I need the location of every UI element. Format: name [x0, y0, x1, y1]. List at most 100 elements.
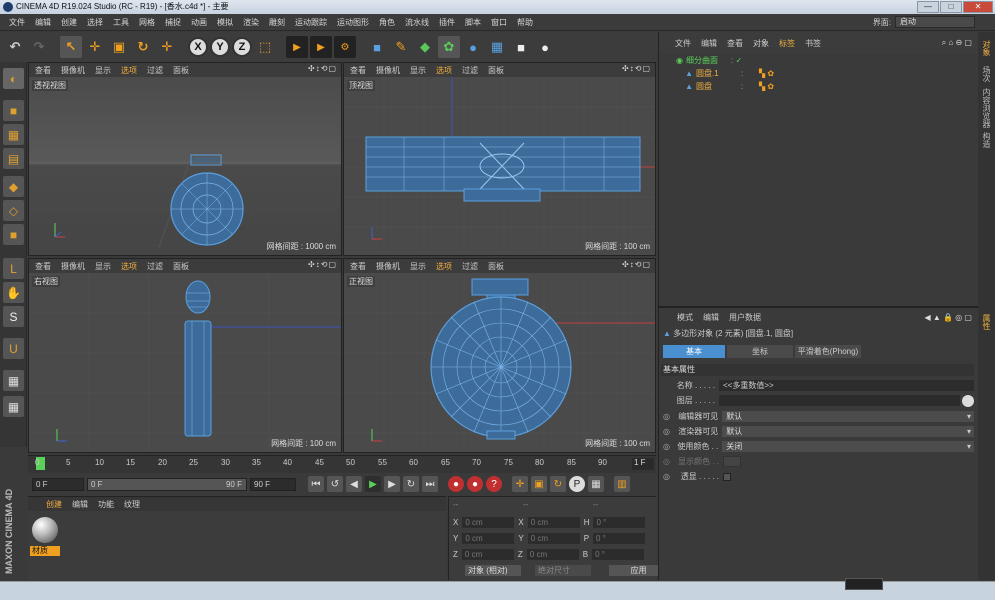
deformer-icon[interactable]: ✿ — [438, 36, 460, 58]
size-x-field[interactable]: 0 cm — [527, 517, 580, 528]
object-name[interactable]: 圆盘 — [693, 81, 741, 92]
visibility-dots-icon[interactable]: : — [741, 82, 759, 91]
material-menu-texture[interactable]: 纹理 — [124, 499, 140, 510]
go-to-start-icon[interactable]: ⏮ — [308, 476, 324, 492]
vp-menu-display[interactable]: 显示 — [95, 261, 111, 272]
visibility-check-icon[interactable]: : ✓ — [731, 56, 742, 65]
vp-menu-panel[interactable]: 面板 — [488, 65, 504, 76]
layout-select[interactable]: 启动 — [895, 16, 975, 28]
timeline-window-icon[interactable]: ▥ — [614, 476, 630, 492]
pen-icon[interactable]: ✎ — [390, 36, 412, 58]
render-picture-viewer-icon[interactable]: ▶ — [310, 36, 332, 58]
xray-checkbox[interactable] — [723, 472, 731, 481]
object-row[interactable]: ◉ 细分曲面 : ✓ — [659, 54, 978, 67]
material-name[interactable]: 材质 — [30, 546, 60, 556]
viewport-top[interactable]: 查看 摄像机 显示 选项 过滤 面板 ✣↕⟲▢ 顶视图 网格间距 : 100 c… — [343, 62, 656, 256]
add-object-icon[interactable]: ✛ — [156, 36, 178, 58]
vp-menu-camera[interactable]: 摄像机 — [376, 261, 400, 272]
vp-menu-camera[interactable]: 摄像机 — [61, 261, 85, 272]
magnet-icon[interactable]: U — [3, 338, 24, 359]
coordinate-mode-select[interactable]: 对象 (相对) — [465, 565, 521, 576]
obj-menu-view[interactable]: 查看 — [727, 38, 743, 49]
vp-menu-filter[interactable]: 过滤 — [462, 65, 478, 76]
vp-menu-options[interactable]: 选项 — [436, 65, 452, 76]
size-y-field[interactable]: 0 cm — [527, 533, 580, 544]
vp-menu-view[interactable]: 查看 — [350, 65, 366, 76]
keyframe-selection-icon[interactable]: ? — [486, 476, 502, 492]
layer-picker-icon[interactable] — [962, 394, 974, 407]
viewport-navigation-icons[interactable]: ✣↕⟲▢ — [622, 260, 651, 269]
play-icon[interactable]: ▶ — [365, 476, 381, 492]
vp-menu-display[interactable]: 显示 — [410, 65, 426, 76]
redo-icon[interactable]: ↷ — [28, 36, 50, 58]
render-visible-select[interactable]: 默认 — [722, 426, 974, 437]
menu-edit[interactable]: 编辑 — [30, 17, 56, 28]
visibility-dots-icon[interactable]: : — [741, 69, 759, 78]
vp-menu-filter[interactable]: 过滤 — [147, 261, 163, 272]
menu-snap[interactable]: 捕捉 — [160, 17, 186, 28]
use-color-select[interactable]: 关闭 — [722, 441, 974, 452]
editor-visible-select[interactable]: 默认 — [722, 411, 974, 422]
obj-menu-object[interactable]: 对象 — [753, 38, 769, 49]
viewport-front[interactable]: 查看 摄像机 显示 选项 过滤 面板 ✣↕⟲▢ 正视图 网格间距 : 100 c… — [343, 258, 656, 453]
frame-range-slider[interactable]: 0 F 90 F — [87, 477, 247, 491]
key-scale-icon[interactable]: ▣ — [531, 476, 547, 492]
tweak-icon[interactable]: ✋ — [3, 282, 24, 303]
rotation-p-field[interactable]: 0 ° — [593, 533, 646, 544]
obj-menu-bookmarks[interactable]: 书签 — [805, 38, 821, 49]
minimize-button[interactable]: — — [917, 1, 939, 13]
floor-icon[interactable]: ▦ — [486, 36, 508, 58]
animate-toggle-icon[interactable]: ◎ — [663, 412, 671, 421]
viewport-right[interactable]: 查看 摄像机 显示 选项 过滤 面板 ✣↕⟲▢ 右视图 网格间距 : 100 c… — [28, 258, 342, 453]
key-parameter-icon[interactable]: P — [569, 476, 585, 492]
previous-key-icon[interactable]: ↺ — [327, 476, 343, 492]
vp-menu-view[interactable]: 查看 — [350, 261, 366, 272]
go-to-end-icon[interactable]: ⏭ — [422, 476, 438, 492]
viewport-canvas[interactable] — [344, 77, 655, 255]
points-mode-icon[interactable]: ◆ — [3, 176, 24, 197]
menu-animate[interactable]: 动画 — [186, 17, 212, 28]
maximize-button[interactable]: □ — [940, 1, 962, 13]
material-menu-edit[interactable]: 编辑 — [72, 499, 88, 510]
menu-simulate[interactable]: 模拟 — [212, 17, 238, 28]
position-x-field[interactable]: 0 cm — [462, 517, 515, 528]
light-icon[interactable]: ● — [534, 36, 556, 58]
menu-create[interactable]: 创建 — [56, 17, 82, 28]
z-axis-lock-icon[interactable]: Z — [232, 37, 252, 57]
object-row[interactable]: ▲ 圆盘 : ▚ ✿ — [659, 80, 978, 93]
animate-toggle-icon[interactable]: ◎ — [663, 427, 671, 436]
scale-tool-icon[interactable]: ▣ — [108, 36, 130, 58]
animate-toggle-icon[interactable]: ◎ — [663, 457, 671, 466]
object-manager-tool-icons[interactable]: ⌕ ⌂ ⊖ ▢ — [942, 38, 972, 48]
side-tab-attributes[interactable]: 属性 — [981, 314, 992, 330]
record-keys-icon[interactable]: ● — [448, 476, 464, 492]
side-tab-structure[interactable]: 构造 — [981, 132, 992, 148]
menu-mograph[interactable]: 运动图形 — [332, 17, 374, 28]
layer-field[interactable] — [719, 395, 960, 406]
key-position-icon[interactable]: ✛ — [512, 476, 528, 492]
cube-icon[interactable]: ■ — [366, 36, 388, 58]
model-mode-icon[interactable]: ■ — [3, 100, 24, 121]
menu-script[interactable]: 脚本 — [460, 17, 486, 28]
side-tab-objects[interactable]: 对象 — [981, 40, 992, 56]
vp-menu-view[interactable]: 查看 — [35, 65, 51, 76]
viewport-navigation-icons[interactable]: ✣↕⟲▢ — [308, 260, 337, 269]
next-frame-icon[interactable]: ▶ — [384, 476, 400, 492]
menu-plugins[interactable]: 插件 — [434, 17, 460, 28]
move-tool-icon[interactable]: ✛ — [84, 36, 106, 58]
attr-menu-edit[interactable]: 编辑 — [703, 312, 719, 323]
vp-menu-options[interactable]: 选项 — [121, 261, 137, 272]
tab-coordinates[interactable]: 坐标 — [727, 345, 793, 358]
vp-menu-panel[interactable]: 面板 — [488, 261, 504, 272]
attribute-nav-icons[interactable]: ◀ ▲ 🔒 ◎ ▢ — [925, 313, 972, 322]
object-name[interactable]: 细分曲面 — [683, 55, 731, 66]
object-row[interactable]: ▲ 圆盘.1 : ▚ ✿ — [659, 67, 978, 80]
close-button[interactable]: ✕ — [963, 1, 993, 13]
rotation-h-field[interactable]: 0 ° — [593, 517, 646, 528]
x-axis-lock-icon[interactable]: X — [188, 37, 208, 57]
next-key-icon[interactable]: ↻ — [403, 476, 419, 492]
vp-menu-filter[interactable]: 过滤 — [147, 65, 163, 76]
viewport-canvas[interactable] — [344, 273, 655, 452]
vp-menu-panel[interactable]: 面板 — [173, 65, 189, 76]
menu-window[interactable]: 窗口 — [486, 17, 512, 28]
